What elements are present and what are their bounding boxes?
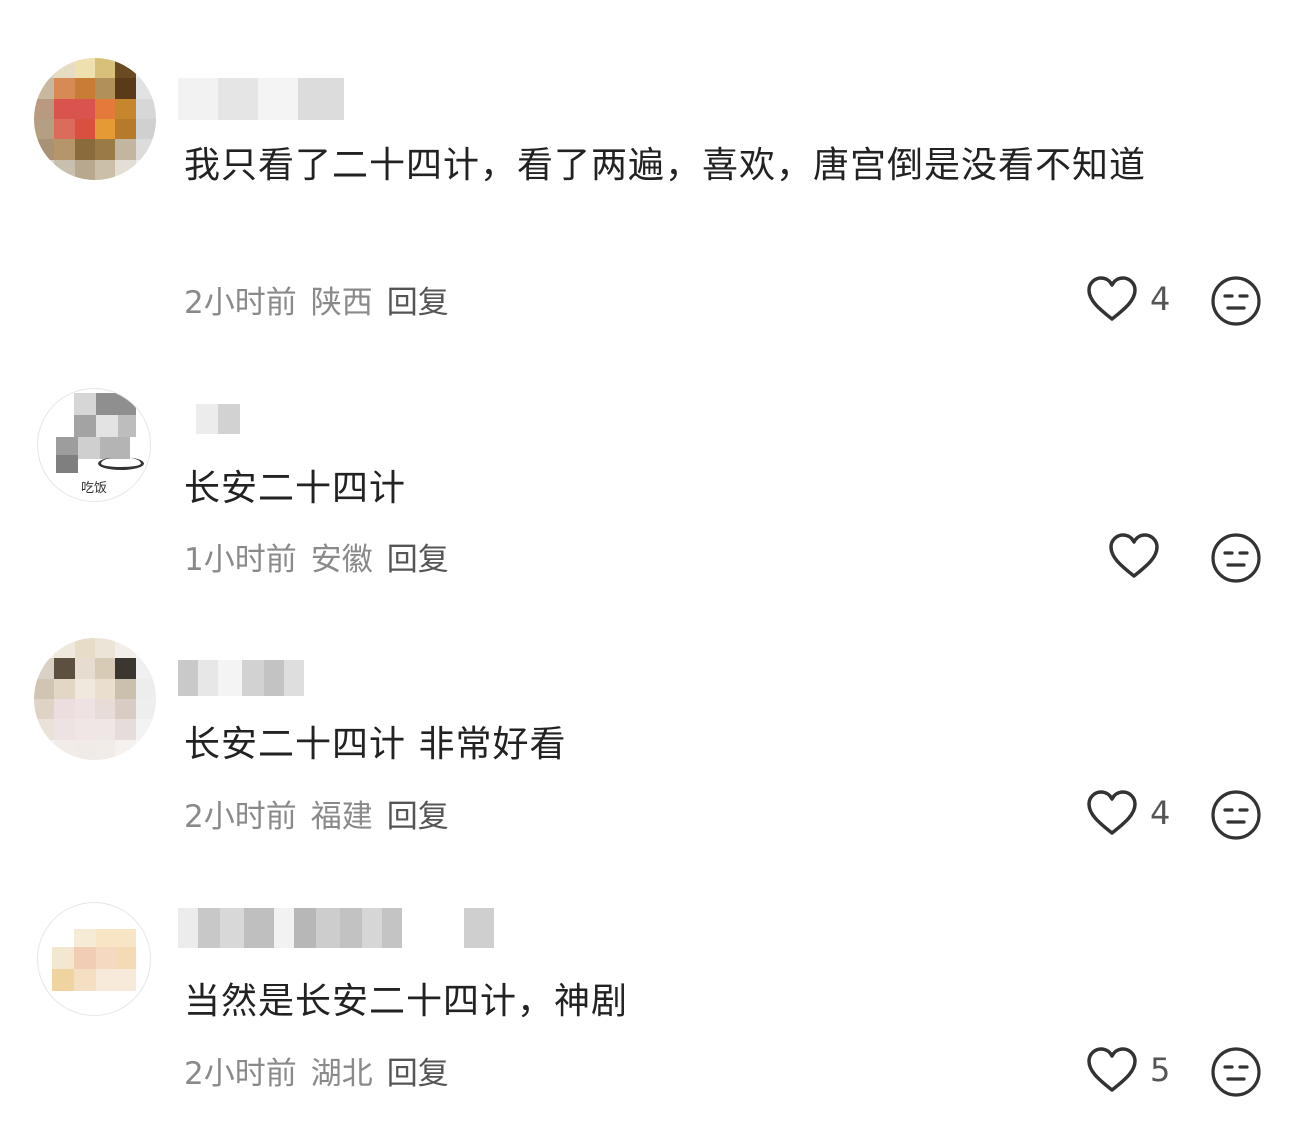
comment-time: 1小时前 xyxy=(184,541,297,578)
comment-location: 湖北 xyxy=(310,1055,373,1092)
reply-button[interactable]: 回复 xyxy=(387,1048,449,1093)
reply-button[interactable]: 回复 xyxy=(387,791,449,836)
like-count: 5 xyxy=(1150,1051,1171,1089)
heart-outline-icon xyxy=(1086,1046,1138,1094)
avatar[interactable] xyxy=(34,638,156,760)
comment-meta: 2小时前 湖北 回复 xyxy=(184,1048,449,1092)
comment-location: 安徽 xyxy=(310,541,373,578)
heart-outline-icon xyxy=(1108,532,1160,580)
comment-meta: 2小时前 陕西 回复 xyxy=(184,277,449,321)
username-redacted[interactable] xyxy=(178,660,304,696)
avatar[interactable] xyxy=(37,902,151,1016)
comment-text: 我只看了二十四计，看了两遍，喜欢，唐宫倒是没看不知道 xyxy=(184,145,1147,186)
like-button[interactable] xyxy=(1108,528,1160,584)
like-button[interactable]: 5 xyxy=(1086,1042,1170,1098)
neutral-face-icon[interactable] xyxy=(1210,532,1262,584)
comment-meta: 1小时前 安徽 回复 xyxy=(184,534,449,578)
like-count: 4 xyxy=(1150,794,1171,832)
neutral-face-icon[interactable] xyxy=(1210,1046,1262,1098)
comment-list: 我只看了二十四计，看了两遍，喜欢，唐宫倒是没看不知道 2小时前 陕西 回复 4 xyxy=(0,0,1304,1146)
avatar[interactable]: 吃饭 xyxy=(37,388,151,502)
comment-location: 福建 xyxy=(310,798,373,835)
avatar[interactable] xyxy=(34,58,156,180)
neutral-face-icon[interactable] xyxy=(1210,275,1262,327)
heart-outline-icon xyxy=(1086,789,1138,837)
like-button[interactable]: 4 xyxy=(1086,785,1170,841)
reply-button[interactable]: 回复 xyxy=(387,534,449,579)
comment-time: 2小时前 xyxy=(184,284,297,321)
comment-time: 2小时前 xyxy=(184,1055,297,1092)
comment-meta: 2小时前 福建 回复 xyxy=(184,791,449,835)
comment-text: 长安二十四计 xyxy=(184,468,407,509)
username-redacted[interactable] xyxy=(178,908,494,948)
like-count: 4 xyxy=(1150,280,1171,318)
username-redacted[interactable] xyxy=(196,404,240,434)
comment-text: 当然是长安二十四计，神剧 xyxy=(184,981,629,1022)
heart-outline-icon xyxy=(1086,275,1138,323)
avatar-caption: 吃饭 xyxy=(80,481,107,496)
comment-text: 长安二十四计 非常好看 xyxy=(184,724,567,765)
neutral-face-icon[interactable] xyxy=(1210,789,1262,841)
reply-button[interactable]: 回复 xyxy=(387,277,449,322)
comment-location: 陕西 xyxy=(310,284,373,321)
like-button[interactable]: 4 xyxy=(1086,271,1170,327)
comment-time: 2小时前 xyxy=(184,798,297,835)
username-redacted[interactable] xyxy=(178,78,344,120)
